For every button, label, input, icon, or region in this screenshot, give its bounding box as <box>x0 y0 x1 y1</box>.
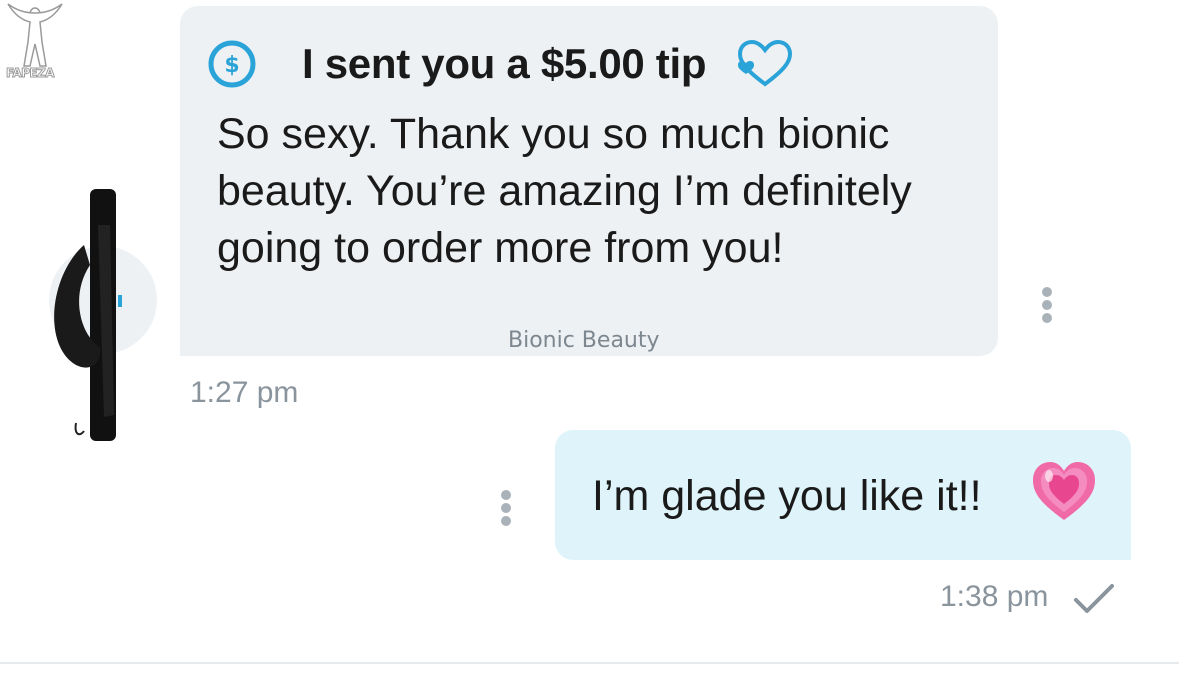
winged-figure-logo-icon <box>7 3 63 67</box>
watermark-text: FAPEZA <box>5 66 55 81</box>
outgoing-timestamp: 1:38 pm <box>940 580 1049 613</box>
checkmark-icon <box>1074 584 1114 613</box>
watermark-logo: FAPEZA <box>2 0 68 84</box>
heart-outline-icon <box>738 39 793 87</box>
svg-text:$: $ <box>224 53 239 78</box>
incoming-message-bubble[interactable]: $ I sent you a $5.00 tip So sexy. Thank … <box>180 6 998 356</box>
tip-notice: $ I sent you a $5.00 tip <box>208 39 798 88</box>
sender-name: Bionic Beauty <box>508 328 660 353</box>
message-text: So sexy. Thank you so much bionic beauty… <box>217 110 912 272</box>
dollar-icon: $ <box>208 40 256 88</box>
more-options-icon[interactable] <box>1037 287 1057 329</box>
incoming-timestamp: 1:27 pm <box>190 376 299 409</box>
more-options-icon[interactable] <box>496 490 516 532</box>
divider <box>0 662 1179 664</box>
outgoing-message-bubble[interactable]: I’m glade you like it!! <box>555 430 1131 560</box>
tip-text: I sent you a $5.00 tip <box>302 40 707 87</box>
avatar[interactable] <box>40 185 160 445</box>
message-text: I’m glade you like it!! <box>592 472 982 520</box>
growing-heart-emoji-icon <box>1033 462 1095 520</box>
